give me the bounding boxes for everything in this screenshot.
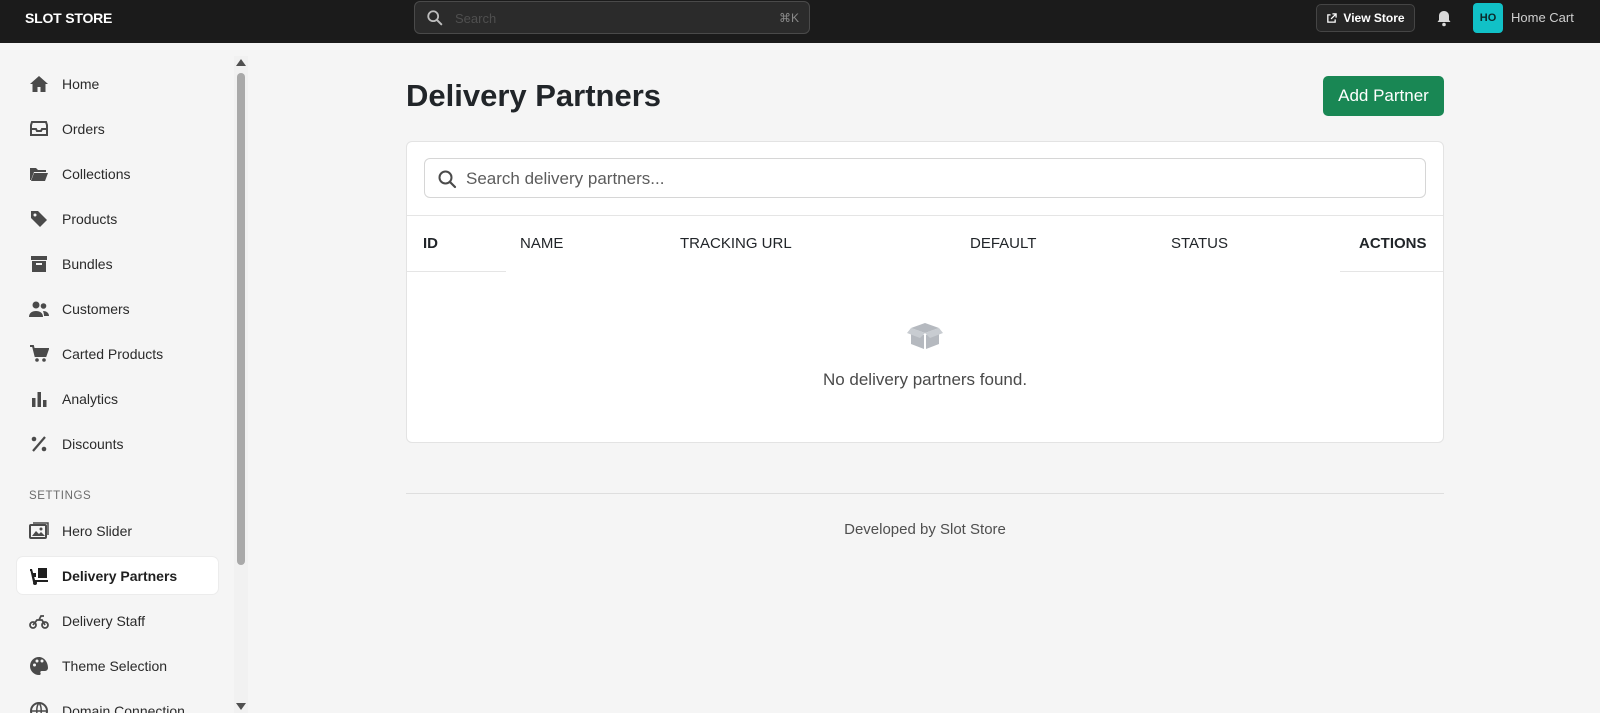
- column-header-id[interactable]: ID: [423, 235, 438, 252]
- sidebar-item-label: Collections: [62, 165, 131, 182]
- column-header-tracking-url[interactable]: TRACKING URL: [680, 235, 792, 252]
- sidebar-item-label: Discounts: [62, 435, 124, 452]
- search-icon: [427, 10, 443, 26]
- column-header-actions: ACTIONS: [1359, 235, 1427, 252]
- top-bar: SLOT STORE Search ⌘K View Store HO Home …: [0, 0, 1600, 43]
- inbox-icon: [30, 121, 48, 136]
- sidebar-item-discounts[interactable]: Discounts: [17, 425, 218, 462]
- globe-icon: [30, 702, 48, 713]
- external-link-icon: [1327, 12, 1338, 23]
- sidebar-item-delivery-staff[interactable]: Delivery Staff: [17, 602, 218, 639]
- view-store-label: View Store: [1343, 11, 1405, 25]
- sidebar-item-theme-selection[interactable]: Theme Selection: [17, 647, 218, 684]
- brand-logo[interactable]: SLOT STORE: [25, 10, 112, 26]
- sidebar: Home Orders Collections Products Bundles…: [0, 43, 250, 713]
- scroll-down-arrow-icon[interactable]: [236, 703, 246, 710]
- avatar[interactable]: HO: [1473, 3, 1503, 33]
- palette-icon: [30, 657, 48, 675]
- sidebar-item-label: Home: [62, 75, 100, 92]
- sidebar-item-label: Products: [62, 210, 118, 227]
- motorcycle-icon: [29, 615, 49, 629]
- scroll-up-arrow-icon[interactable]: [236, 59, 246, 66]
- sidebar-item-bundles[interactable]: Bundles: [17, 245, 218, 282]
- page-title: Delivery Partners: [406, 78, 662, 113]
- sidebar-item-label: Carted Products: [62, 345, 164, 362]
- sidebar-item-label: Bundles: [62, 255, 113, 272]
- column-header-default[interactable]: DEFAULT: [970, 235, 1036, 252]
- sidebar-item-label: Orders: [62, 120, 105, 137]
- bell-icon[interactable]: [1435, 9, 1453, 27]
- settings-section-title: SETTINGS: [29, 490, 92, 502]
- truck-loading-icon: [30, 568, 48, 585]
- partners-search-input[interactable]: Search delivery partners...: [424, 158, 1426, 198]
- users-icon: [29, 301, 49, 317]
- add-partner-button[interactable]: Add Partner: [1323, 76, 1444, 116]
- partners-card: Search delivery partners... ID NAME TRAC…: [406, 141, 1444, 443]
- sidebar-item-label: Domain Connection: [62, 702, 185, 713]
- percent-icon: [31, 436, 47, 452]
- divider: [1340, 271, 1443, 272]
- view-store-button[interactable]: View Store: [1316, 4, 1415, 32]
- sidebar-item-label: Analytics: [62, 390, 119, 407]
- sidebar-item-orders[interactable]: Orders: [17, 110, 218, 147]
- global-search-input[interactable]: Search ⌘K: [414, 1, 810, 34]
- tags-icon: [31, 211, 47, 227]
- home-icon: [30, 76, 48, 92]
- sidebar-item-label: Customers: [62, 300, 130, 317]
- footer-credit: Developed by Slot Store: [844, 521, 1006, 538]
- sidebar-item-label: Theme Selection: [62, 657, 168, 674]
- sidebar-item-carted-products[interactable]: Carted Products: [17, 335, 218, 372]
- sidebar-scrollbar[interactable]: [234, 56, 248, 713]
- sidebar-item-products[interactable]: Products: [17, 200, 218, 237]
- sidebar-item-analytics[interactable]: Analytics: [17, 380, 218, 417]
- sidebar-item-customers[interactable]: Customers: [17, 290, 218, 327]
- sidebar-item-hero-slider[interactable]: Hero Slider: [17, 512, 218, 549]
- store-name[interactable]: Home Cart: [1511, 10, 1574, 25]
- empty-state-message: No delivery partners found.: [822, 370, 1028, 389]
- sidebar-item-label: Delivery Partners: [62, 567, 178, 584]
- archive-box-icon: [31, 256, 47, 272]
- footer-divider: [406, 493, 1444, 494]
- scrollbar-thumb[interactable]: [237, 73, 245, 565]
- bar-chart-icon: [32, 392, 47, 407]
- sidebar-item-domain-connection[interactable]: Domain Connection: [17, 692, 218, 713]
- images-icon: [29, 522, 49, 539]
- search-placeholder: Search: [455, 11, 497, 26]
- search-placeholder: Search delivery partners...: [466, 169, 665, 188]
- sidebar-item-home[interactable]: Home: [17, 65, 218, 102]
- divider: [407, 271, 506, 272]
- search-shortcut: ⌘K: [778, 11, 799, 25]
- table-header: ID NAME TRACKING URL DEFAULT STATUS ACTI…: [407, 215, 1443, 272]
- empty-box-icon: [907, 323, 943, 349]
- column-header-status[interactable]: STATUS: [1171, 235, 1228, 252]
- sidebar-item-label: Delivery Staff: [62, 612, 145, 629]
- sidebar-item-delivery-partners[interactable]: Delivery Partners: [17, 557, 218, 594]
- folder-icon: [30, 168, 48, 181]
- sidebar-item-collections[interactable]: Collections: [17, 155, 218, 192]
- cart-icon: [30, 345, 49, 362]
- search-icon: [438, 170, 457, 189]
- sidebar-item-label: Hero Slider: [62, 522, 133, 539]
- column-header-name[interactable]: NAME: [520, 235, 563, 252]
